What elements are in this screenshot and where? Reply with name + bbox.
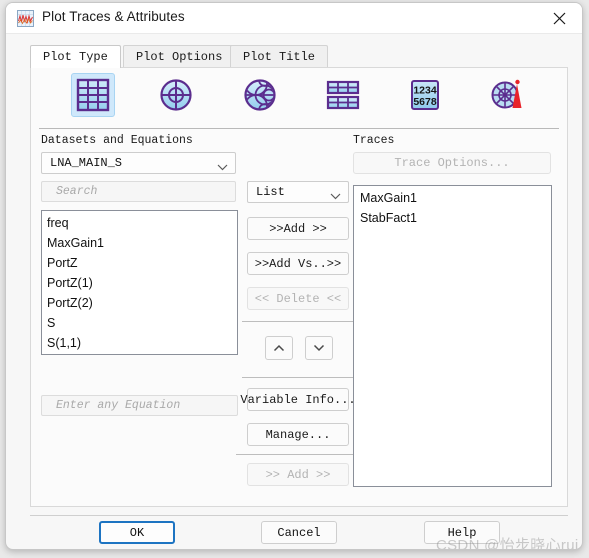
title-bar: Plot Traces & Attributes <box>6 3 582 34</box>
add-button[interactable]: >>Add >> <box>247 217 349 240</box>
chevron-down-icon <box>330 189 341 203</box>
ok-button[interactable]: OK <box>99 521 175 544</box>
footer-divider <box>30 515 568 516</box>
divider <box>242 377 354 378</box>
traces-listbox[interactable]: MaxGain1 StabFact1 <box>353 185 552 487</box>
chevron-up-icon <box>273 344 285 352</box>
add-equation-button[interactable]: >> Add >> <box>247 463 349 486</box>
trace-options-button[interactable]: Trace Options... <box>353 152 551 174</box>
dataset-combobox[interactable]: LNA_MAIN_S <box>41 152 236 174</box>
list-item[interactable]: StabFact1 <box>354 208 551 228</box>
list-item[interactable]: S(1,1) <box>42 333 237 353</box>
toolbar-divider <box>39 128 559 129</box>
list-item[interactable]: S(1,2) <box>42 353 237 354</box>
plot-type-panel: 1234 5678 Datasets and Equations Traces … <box>30 67 568 507</box>
antenna-parameter-icon[interactable] <box>486 73 530 117</box>
list-item[interactable]: PortZ <box>42 253 237 273</box>
list-item[interactable]: MaxGain1 <box>42 233 237 253</box>
dataset-listbox[interactable]: freq MaxGain1 PortZ PortZ(1) PortZ(2) S … <box>41 210 238 355</box>
cancel-button[interactable]: Cancel <box>261 521 337 544</box>
tab-plot-options[interactable]: Plot Options <box>123 45 236 68</box>
plot-type-toolbar: 1234 5678 <box>31 68 567 124</box>
divider <box>242 321 354 322</box>
list-item[interactable]: PortZ(2) <box>42 293 237 313</box>
traces-group-label: Traces <box>353 134 395 147</box>
equation-placeholder: Enter any Equation <box>56 399 181 412</box>
list-item[interactable]: S <box>42 313 237 333</box>
list-item[interactable]: PortZ(1) <box>42 273 237 293</box>
svg-text:5678: 5678 <box>413 96 437 108</box>
help-button[interactable]: Help <box>424 521 500 544</box>
search-input[interactable]: Search <box>41 181 236 202</box>
tab-plot-type[interactable]: Plot Type <box>30 45 121 68</box>
list-item[interactable]: freq <box>42 213 237 233</box>
variable-info-button[interactable]: Variable Info... <box>240 388 356 411</box>
rectangular-plot-icon[interactable] <box>71 73 115 117</box>
move-down-button[interactable] <box>305 336 333 360</box>
search-placeholder: Search <box>56 185 98 198</box>
close-icon[interactable] <box>536 3 582 33</box>
dataset-combobox-value: LNA_MAIN_S <box>50 156 123 170</box>
list-type-combobox[interactable]: List <box>247 181 349 203</box>
list-type-value: List <box>256 185 285 199</box>
dialog-window: Plot Traces & Attributes Plot Type Plot … <box>5 2 583 550</box>
chevron-down-icon <box>217 160 228 174</box>
chevron-down-icon <box>313 344 325 352</box>
list-item[interactable]: MaxGain1 <box>354 188 551 208</box>
manage-button[interactable]: Manage... <box>247 423 349 446</box>
equation-input[interactable]: Enter any Equation <box>41 395 238 416</box>
add-vs-button[interactable]: >>Add Vs..>> <box>247 252 349 275</box>
smith-chart-icon[interactable] <box>238 73 282 117</box>
svg-text:1234: 1234 <box>413 85 437 97</box>
plot-thumbnail-icon <box>17 10 34 27</box>
tab-strip: Plot Type Plot Options Plot Title <box>30 45 568 68</box>
divider <box>236 454 354 455</box>
move-up-button[interactable] <box>265 336 293 360</box>
tab-plot-title[interactable]: Plot Title <box>230 45 329 68</box>
polar-plot-icon[interactable] <box>154 73 198 117</box>
delete-button[interactable]: << Delete << <box>247 287 349 310</box>
list-table-icon[interactable]: 1234 5678 <box>403 73 447 117</box>
stacked-rectangular-plot-icon[interactable] <box>321 73 365 117</box>
datasets-group-label: Datasets and Equations <box>41 134 193 147</box>
window-title: Plot Traces & Attributes <box>42 9 185 24</box>
